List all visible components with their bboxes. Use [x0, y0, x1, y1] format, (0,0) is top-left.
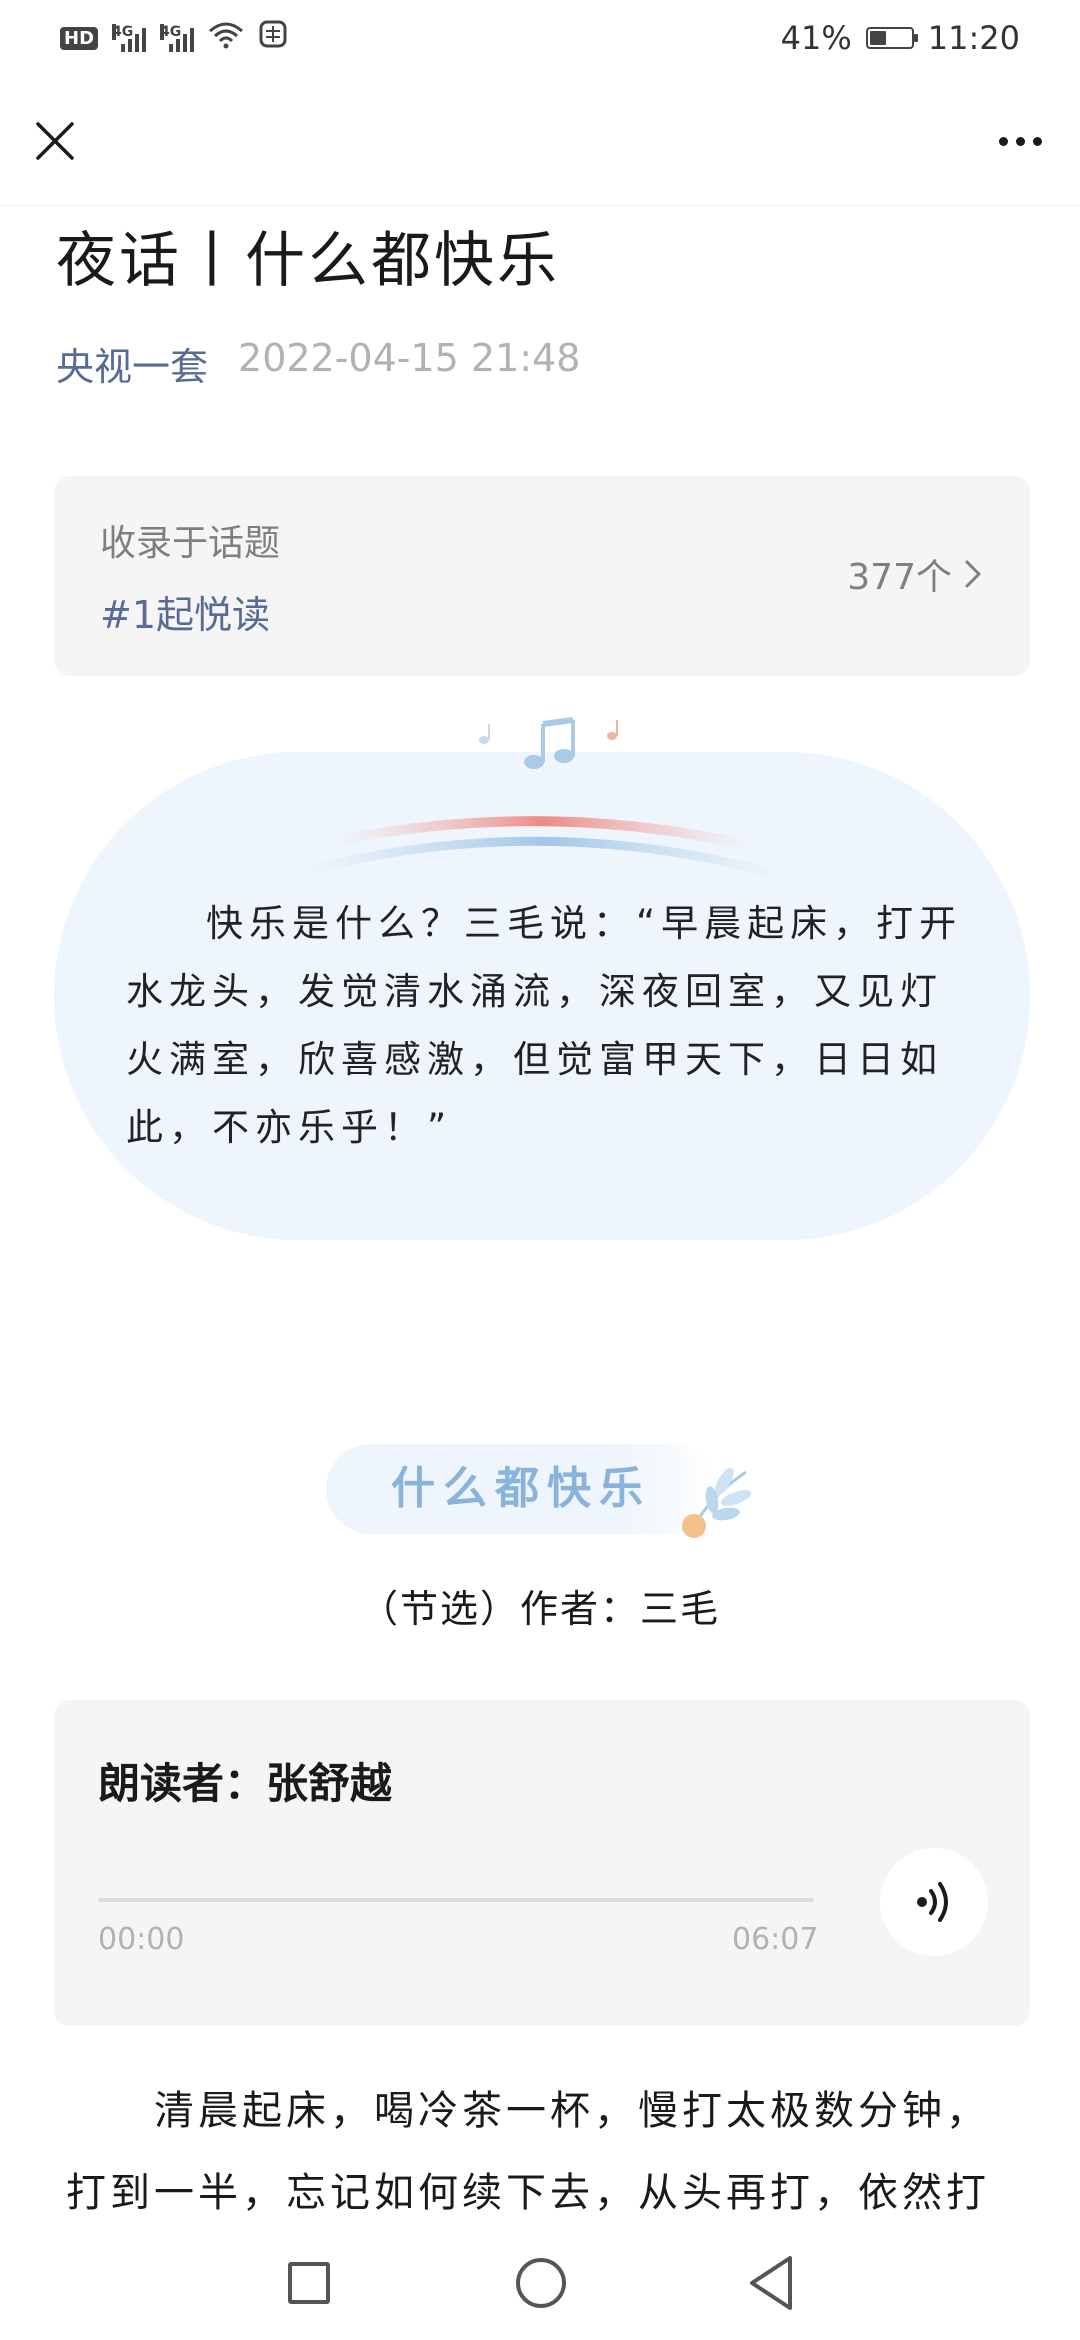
audio-play-button[interactable]	[880, 1848, 988, 1956]
clock: 11:20	[927, 19, 1020, 57]
status-left: HD 4G 4G	[60, 19, 288, 57]
hd-icon: HD	[60, 26, 99, 50]
wave-decoration	[304, 816, 784, 880]
wifi-icon	[208, 19, 244, 57]
topic-count: 377个	[847, 548, 982, 600]
chevron-right-icon	[965, 560, 981, 588]
publish-date: 2022-04-15 21:48	[238, 336, 581, 380]
recents-icon[interactable]	[288, 2262, 330, 2304]
quote-section: 快乐是什么？三毛说：“早晨起床，打开水龙头，发觉清水涌流，深夜回室，又见灯火满室…	[54, 710, 1030, 1250]
article-page: HD 4G 4G 41% 11:20 夜话丨什么都快乐 央视一套 2022-04…	[0, 0, 1080, 2340]
more-button[interactable]	[990, 116, 1050, 166]
music-notes-icon	[479, 717, 618, 769]
topic-label: 收录于话题	[100, 523, 281, 564]
close-button[interactable]	[30, 116, 80, 166]
audio-play-icon	[917, 1882, 948, 1922]
more-icon-dot	[1015, 136, 1025, 146]
more-icon-dot	[1032, 136, 1042, 146]
back-icon[interactable]	[746, 2254, 796, 2312]
status-right: 41% 11:20	[781, 19, 1020, 57]
battery-fill	[869, 31, 887, 45]
poem-title: 什么都快乐	[391, 1463, 651, 1514]
quote-text: 快乐是什么？三毛说：“早晨起床，打开水龙头，发觉清水涌流，深夜回室，又见灯火满室…	[126, 902, 963, 1149]
status-bar: HD 4G 4G 41% 11:20	[0, 0, 1080, 76]
audio-total-time: 06:07	[732, 1922, 819, 1957]
topic-count-value: 377个	[847, 557, 952, 598]
author-link[interactable]: 央视一套	[56, 336, 208, 391]
battery-icon	[865, 27, 918, 49]
signal-icon: 4G	[112, 24, 147, 52]
more-icon-dot	[998, 136, 1008, 146]
battery-percent: 41%	[780, 19, 852, 57]
reader-name: 朗读者：张舒越	[98, 1759, 393, 1808]
close-icon	[36, 122, 74, 160]
audio-current-time: 00:00	[98, 1922, 185, 1957]
audio-player-card[interactable]: 朗读者：张舒越 00:00 06:07	[54, 1700, 1030, 2026]
system-navigation-bar	[0, 2236, 1080, 2340]
poem-subtitle: （节选）作者：三毛	[359, 1587, 720, 1631]
sim-icon	[258, 19, 288, 57]
article-meta: 央视一套 2022-04-15 21:48	[56, 336, 580, 391]
audio-progress-bar[interactable]	[98, 1898, 814, 1902]
network-type-label: 4G	[112, 24, 134, 40]
topic-card[interactable]: 收录于话题 #1起悦读 377个	[54, 476, 1030, 676]
network-type-label: 4G	[160, 24, 182, 40]
nav-bar	[0, 76, 1080, 206]
leaf-decoration-icon	[682, 1467, 752, 1538]
signal-icon: 4G	[160, 24, 195, 52]
topic-name[interactable]: #1起悦读	[100, 584, 270, 639]
home-icon[interactable]	[516, 2258, 566, 2308]
article-title: 夜话丨什么都快乐	[56, 226, 560, 296]
